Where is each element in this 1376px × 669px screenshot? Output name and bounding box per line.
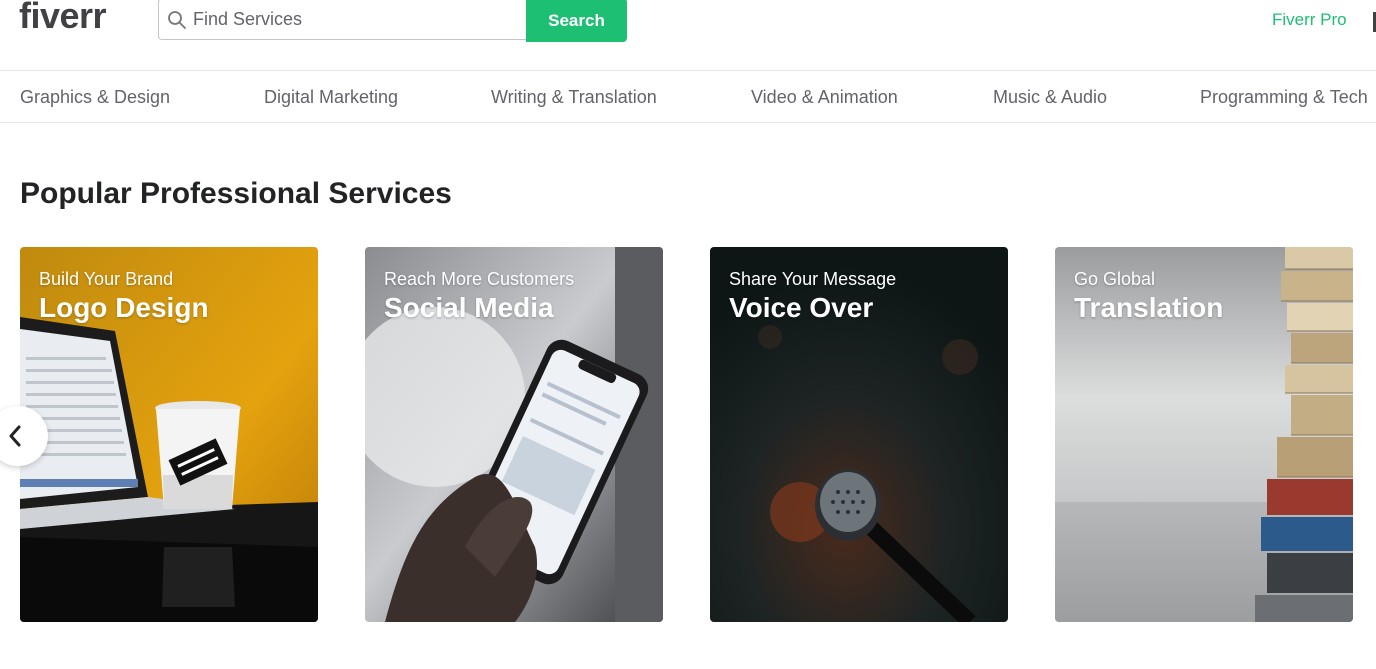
card-title: Logo Design (39, 292, 209, 323)
category-graphics-design[interactable]: Graphics & Design (20, 86, 170, 108)
search-icon (167, 10, 187, 30)
search-input[interactable] (193, 0, 513, 39)
top-header: fiverr Search Fiverr Pro (0, 0, 1376, 70)
fiverr-pro-link[interactable]: Fiverr Pro (1272, 8, 1347, 32)
card-subtitle: Go Global (1074, 269, 1156, 289)
category-digital-marketing[interactable]: Digital Marketing (264, 86, 398, 108)
search-box (158, 0, 526, 40)
search-button[interactable]: Search (526, 0, 627, 42)
chevron-left-icon (9, 425, 21, 447)
category-writing-translation[interactable]: Writing & Translation (491, 86, 657, 108)
category-music-audio[interactable]: Music & Audio (993, 86, 1107, 108)
service-card-logo-design[interactable]: Build Your Brand Logo Design (20, 247, 318, 622)
category-programming-tech[interactable]: Programming & Tech (1200, 86, 1368, 108)
category-video-animation[interactable]: Video & Animation (751, 86, 898, 108)
card-title: Social Media (384, 292, 554, 323)
card-subtitle: Share Your Message (729, 269, 897, 289)
fiverr-logo[interactable]: fiverr (19, 0, 107, 40)
card-subtitle: Build Your Brand (39, 269, 174, 289)
service-card-voice-over[interactable]: Share Your Message Voice Over (710, 247, 1008, 622)
section-title: Popular Professional Services (20, 177, 452, 210)
service-card-translation[interactable]: Go Global Translation (1055, 247, 1353, 622)
page: fiverr Search Fiverr Pro Graphics & Desi… (0, 0, 1376, 669)
service-card-social-media[interactable]: Reach More Customers Social Media (365, 247, 663, 622)
card-subtitle: Reach More Customers (384, 269, 575, 289)
card-title: Voice Over (729, 292, 874, 323)
card-title: Translation (1074, 292, 1224, 323)
category-nav: Graphics & Design Digital Marketing Writ… (0, 70, 1376, 123)
